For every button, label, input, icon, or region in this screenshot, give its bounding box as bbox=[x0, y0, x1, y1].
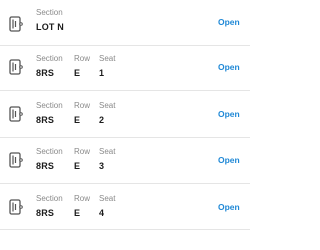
ticket-row: Section 8RS Row E Seat 3 Open bbox=[0, 141, 250, 187]
ticket-icon bbox=[9, 199, 23, 215]
ticket-row: Section 8RS Row E Seat 2 Open bbox=[0, 95, 250, 141]
ticket-row: Section LOT N Open bbox=[0, 2, 250, 48]
ticket-row: Section 8RS Row E Seat 1 Open bbox=[0, 48, 250, 94]
row-value: E bbox=[74, 208, 81, 218]
row-label: Row bbox=[74, 101, 91, 110]
row-divider bbox=[0, 183, 250, 184]
row-divider bbox=[0, 137, 250, 138]
ticket-icon bbox=[9, 16, 23, 32]
section-label: Section bbox=[36, 194, 63, 203]
row-label: Row bbox=[74, 54, 91, 63]
seat-label: Seat bbox=[99, 54, 116, 63]
row-value: E bbox=[74, 161, 81, 171]
section-value: LOT N bbox=[36, 22, 64, 32]
seat-label: Seat bbox=[99, 194, 116, 203]
seat-value: 2 bbox=[99, 115, 105, 125]
ticket-list: Section LOT N Open Section 8RS Row E Sea… bbox=[0, 0, 250, 250]
section-value: 8RS bbox=[36, 68, 55, 78]
open-ticket-button[interactable]: Open bbox=[218, 109, 240, 120]
section-label: Section bbox=[36, 101, 63, 110]
row-label: Row bbox=[74, 147, 91, 156]
ticket-icon bbox=[9, 59, 23, 75]
seat-value: 4 bbox=[99, 208, 105, 218]
row-label: Row bbox=[74, 194, 91, 203]
open-ticket-button[interactable]: Open bbox=[218, 17, 240, 28]
row-divider bbox=[0, 229, 250, 230]
section-value: 8RS bbox=[36, 161, 55, 171]
section-label: Section bbox=[36, 54, 63, 63]
seat-value: 3 bbox=[99, 161, 105, 171]
section-label: Section bbox=[36, 8, 63, 17]
open-ticket-button[interactable]: Open bbox=[218, 155, 240, 166]
ticket-icon bbox=[9, 106, 23, 122]
section-value: 8RS bbox=[36, 208, 55, 218]
seat-value: 1 bbox=[99, 68, 105, 78]
seat-label: Seat bbox=[99, 101, 116, 110]
row-divider bbox=[0, 45, 250, 46]
open-ticket-button[interactable]: Open bbox=[218, 202, 240, 213]
section-label: Section bbox=[36, 147, 63, 156]
row-divider bbox=[0, 90, 250, 91]
section-value: 8RS bbox=[36, 115, 55, 125]
row-value: E bbox=[74, 68, 81, 78]
seat-label: Seat bbox=[99, 147, 116, 156]
open-ticket-button[interactable]: Open bbox=[218, 62, 240, 73]
row-value: E bbox=[74, 115, 81, 125]
ticket-row: Section 8RS Row E Seat 4 Open bbox=[0, 188, 250, 234]
ticket-icon bbox=[9, 152, 23, 168]
